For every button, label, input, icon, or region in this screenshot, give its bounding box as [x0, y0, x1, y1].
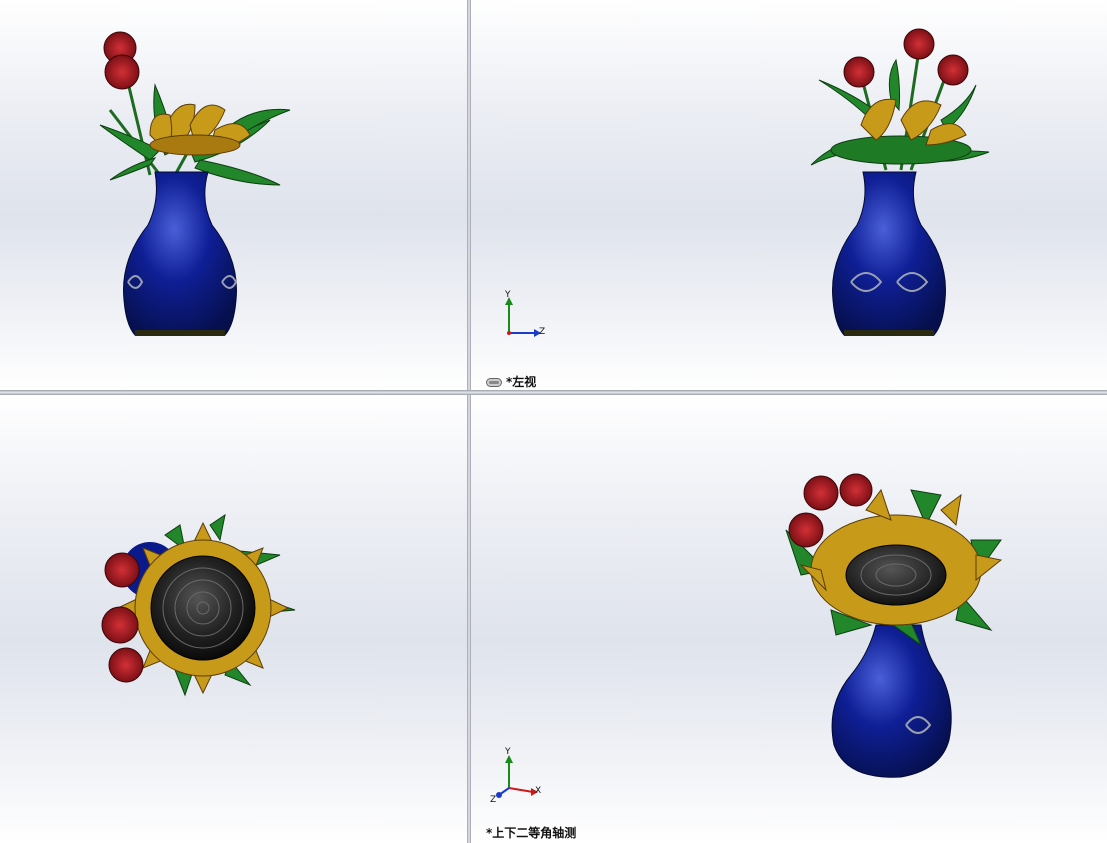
vase-model-left	[505, 28, 990, 337]
vase-model-top	[101, 513, 296, 697]
viewport-top[interactable]	[0, 395, 467, 843]
coordinate-triad-icon	[496, 755, 538, 798]
triad-iso-z-label: Z	[490, 795, 497, 805]
viewport-front[interactable]	[0, 0, 467, 390]
triad-y-label: Y	[505, 290, 511, 300]
triad-iso-x-label: X	[535, 786, 542, 796]
viewport-isometric[interactable]: Y Z X *上下二等角轴测	[471, 395, 1107, 843]
triad-iso-y-label: Y	[505, 747, 511, 757]
coordinate-triad-icon	[505, 297, 541, 337]
view-name-left: *左视	[486, 373, 536, 390]
triad-z-label: Z	[539, 327, 546, 337]
vase-model-front	[99, 31, 291, 336]
view-link-icon[interactable]	[486, 376, 502, 390]
vase-model-isometric	[496, 473, 1003, 798]
viewport-left[interactable]: Y Z *左视	[471, 0, 1107, 390]
view-name-left-text: *左视	[506, 375, 537, 389]
view-name-isometric: *上下二等角轴测	[486, 826, 577, 840]
